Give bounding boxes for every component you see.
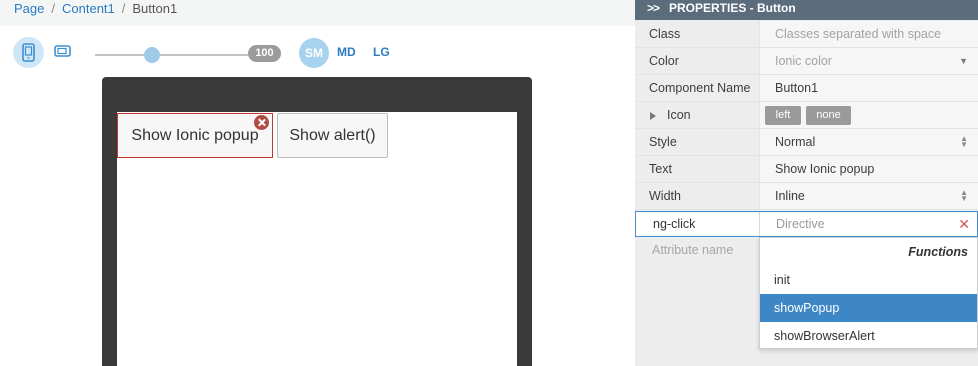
icon-none-chip[interactable]: none <box>806 106 851 125</box>
updown-arrows-icon: ▲ ▼ <box>960 188 968 203</box>
zoom-level: 100 <box>248 45 281 62</box>
updown-arrows-icon: ▲ ▼ <box>960 134 968 149</box>
text-input[interactable]: Show Ionic popup <box>759 156 978 182</box>
tablet-icon[interactable] <box>54 45 71 57</box>
breadcrumb-current: Button1 <box>132 1 178 16</box>
show-ionic-popup-button[interactable]: Show Ionic popup <box>117 113 273 158</box>
property-row-width: Width Inline ▲ ▼ <box>635 183 978 210</box>
style-select[interactable]: Normal ▲ ▼ <box>759 129 978 155</box>
show-alert-button[interactable]: Show alert() <box>277 113 388 158</box>
property-label: Class <box>649 27 681 41</box>
property-label: Color <box>649 54 679 68</box>
panel-header[interactable]: >> PROPERTIES - Button <box>635 0 978 20</box>
expand-triangle-icon[interactable] <box>650 112 656 120</box>
color-select-value: Ionic color <box>775 54 832 68</box>
size-sm-button[interactable]: SM <box>299 38 329 68</box>
phone-icon <box>22 43 35 62</box>
width-select[interactable]: Inline ▲ ▼ <box>759 183 978 209</box>
style-select-value: Normal <box>775 135 816 149</box>
size-lg-button[interactable]: LG <box>373 45 390 59</box>
panel-title: PROPERTIES - Button <box>669 1 796 15</box>
icon-position-left-chip[interactable]: left <box>765 106 801 125</box>
property-row-component-name: Component Name Button1 <box>635 75 978 102</box>
zoom-slider-track[interactable] <box>95 54 248 56</box>
property-label: Icon <box>667 108 691 122</box>
property-row-text: Text Show Ionic popup <box>635 156 978 183</box>
dropdown-arrow-icon: ▼ <box>959 56 968 66</box>
attribute-name-input[interactable]: Attribute name <box>652 237 733 264</box>
property-label: Style <box>649 135 677 149</box>
ng-click-attribute-row: ng-click Directive ✕ <box>635 211 978 237</box>
phone-device-button[interactable] <box>13 37 44 68</box>
device-toolbar: 100 SM MD LG <box>0 36 635 68</box>
double-chevron-icon[interactable]: >> <box>647 0 660 17</box>
property-label: Component Name <box>649 81 751 95</box>
new-attribute-row: Attribute name <box>635 237 759 264</box>
color-select[interactable]: Ionic color ▼ <box>759 48 978 74</box>
breadcrumb-content1[interactable]: Content1 <box>62 1 115 16</box>
property-row-class: Class Classes separated with space <box>635 21 978 48</box>
breadcrumb-separator: / <box>51 1 55 16</box>
breadcrumb-separator: / <box>121 1 126 16</box>
function-option-showpopup[interactable]: showPopup <box>760 294 977 322</box>
function-option-init[interactable]: init <box>760 266 977 294</box>
divider <box>759 212 760 236</box>
remove-component-icon[interactable] <box>254 115 269 130</box>
property-row-color: Color Ionic color ▼ <box>635 48 978 75</box>
functions-heading: Functions <box>908 245 968 259</box>
functions-dropdown: Functions init showPopup showBrowserAler… <box>759 237 978 349</box>
function-option-showbrowseralert[interactable]: showBrowserAlert <box>760 322 977 350</box>
component-name-input[interactable]: Button1 <box>759 75 978 101</box>
class-input[interactable]: Classes separated with space <box>759 21 978 47</box>
property-label: Width <box>649 189 681 203</box>
ng-click-directive-input[interactable]: Directive <box>776 212 825 236</box>
property-label: Text <box>649 162 672 176</box>
remove-attribute-icon[interactable]: ✕ <box>958 212 970 236</box>
width-select-value: Inline <box>775 189 805 203</box>
property-row-style: Style Normal ▲ ▼ <box>635 129 978 156</box>
ng-click-attribute-name[interactable]: ng-click <box>653 212 695 236</box>
breadcrumb-page[interactable]: Page <box>14 1 44 16</box>
zoom-slider-thumb[interactable] <box>144 47 160 63</box>
size-md-button[interactable]: MD <box>337 45 356 59</box>
property-row-icon: Icon left none <box>635 102 978 129</box>
icon-options: left none <box>759 102 978 128</box>
breadcrumb: Page / Content1 / Button1 <box>0 0 635 26</box>
